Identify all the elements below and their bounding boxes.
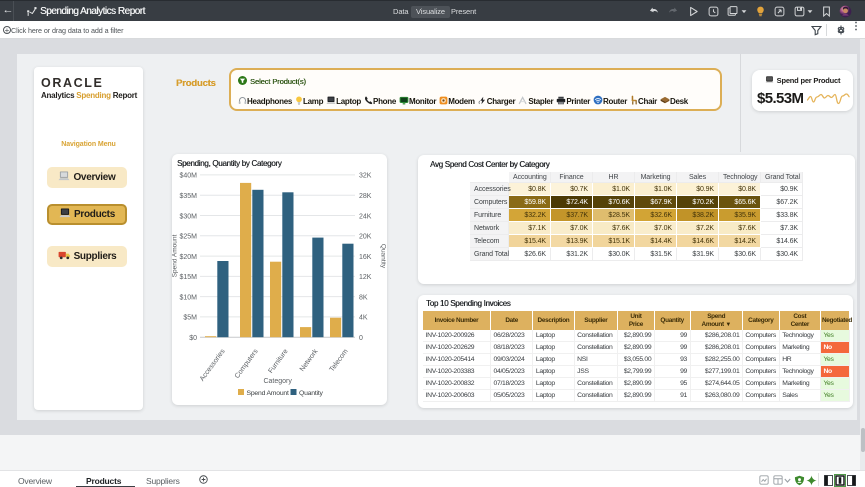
svg-text:$5M: $5M xyxy=(183,315,197,322)
svg-text:$10M: $10M xyxy=(179,294,197,301)
svg-text:Category: Category xyxy=(263,378,292,385)
svg-text:Telecom: Telecom xyxy=(329,348,350,373)
svg-text:16K: 16K xyxy=(359,254,372,261)
svg-text:$30M: $30M xyxy=(179,213,197,220)
svg-text:12K: 12K xyxy=(359,274,372,281)
svg-text:32K: 32K xyxy=(359,173,372,180)
svg-text:$20M: $20M xyxy=(179,254,197,261)
svg-text:24K: 24K xyxy=(359,213,372,220)
svg-text:Quantity: Quantity xyxy=(299,390,324,397)
svg-text:28K: 28K xyxy=(359,193,372,200)
svg-text:Spend Amount: Spend Amount xyxy=(172,234,179,277)
svg-text:$15M: $15M xyxy=(179,274,197,281)
svg-text:$40M: $40M xyxy=(179,173,197,180)
svg-text:Computers: Computers xyxy=(234,348,260,380)
svg-text:Network: Network xyxy=(299,348,320,373)
svg-text:8K: 8K xyxy=(359,294,368,301)
svg-text:Accessories: Accessories xyxy=(199,348,227,383)
svg-text:Quantity: Quantity xyxy=(380,244,387,269)
svg-text:$25M: $25M xyxy=(179,234,197,241)
svg-text:$0: $0 xyxy=(189,335,197,342)
svg-text:Spend Amount: Spend Amount xyxy=(247,390,290,397)
svg-text:20K: 20K xyxy=(359,234,372,241)
svg-text:4K: 4K xyxy=(359,315,368,322)
svg-text:$35M: $35M xyxy=(179,193,197,200)
svg-text:0: 0 xyxy=(359,335,363,342)
svg-text:Furniture: Furniture xyxy=(267,348,289,375)
